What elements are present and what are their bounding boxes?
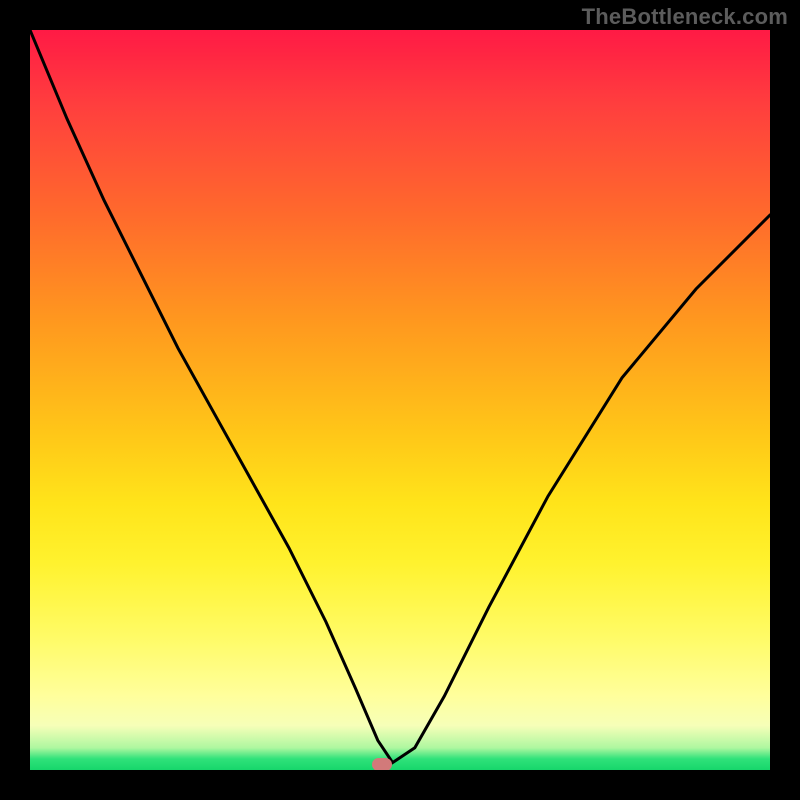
minimum-marker — [372, 758, 392, 770]
curve-path — [30, 30, 770, 763]
watermark-text: TheBottleneck.com — [582, 4, 788, 30]
bottleneck-curve — [30, 30, 770, 770]
plot-area — [30, 30, 770, 770]
chart-frame: TheBottleneck.com — [0, 0, 800, 800]
